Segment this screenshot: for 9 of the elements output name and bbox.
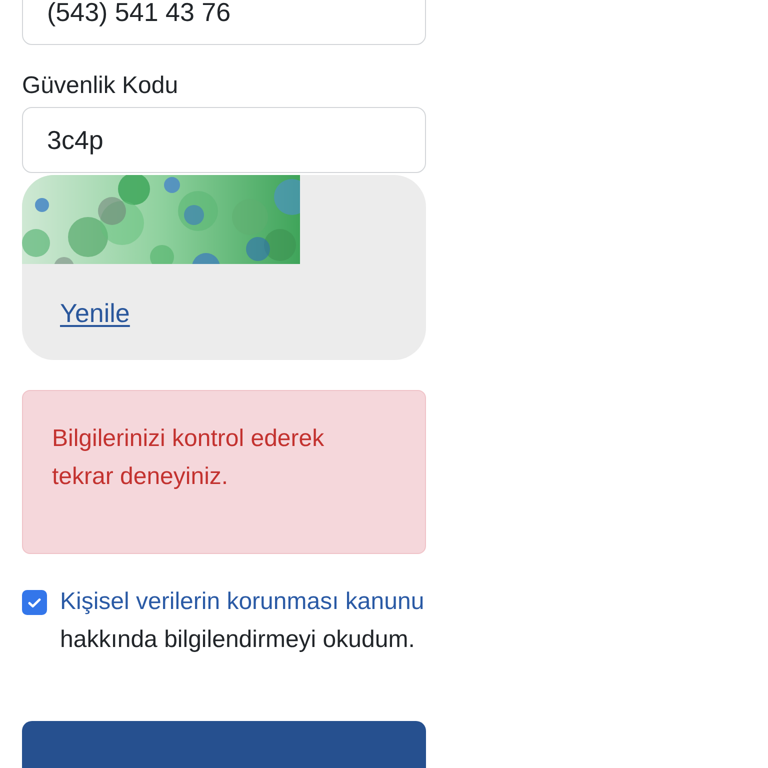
refresh-link[interactable]: Yenile [60, 297, 130, 329]
consent-text: Kişisel verilerin korunması kanunu hakkında bilgilendirmeyi okudum. [60, 587, 426, 654]
check-icon [28, 598, 41, 608]
consent-checkbox[interactable] [22, 590, 47, 615]
security-code-input-field[interactable]: 3c4p [22, 107, 426, 173]
privacy-law-link[interactable]: Kişisel verilerin korunması kanunu [60, 588, 424, 615]
error-message: Bilgilerinizi kontrol ederek tekrar deneyiniz. [52, 424, 326, 492]
phone-input-field[interactable]: (543) 541 43 76 [22, 0, 426, 45]
field-label: Güvenlik Kodu [22, 71, 178, 101]
